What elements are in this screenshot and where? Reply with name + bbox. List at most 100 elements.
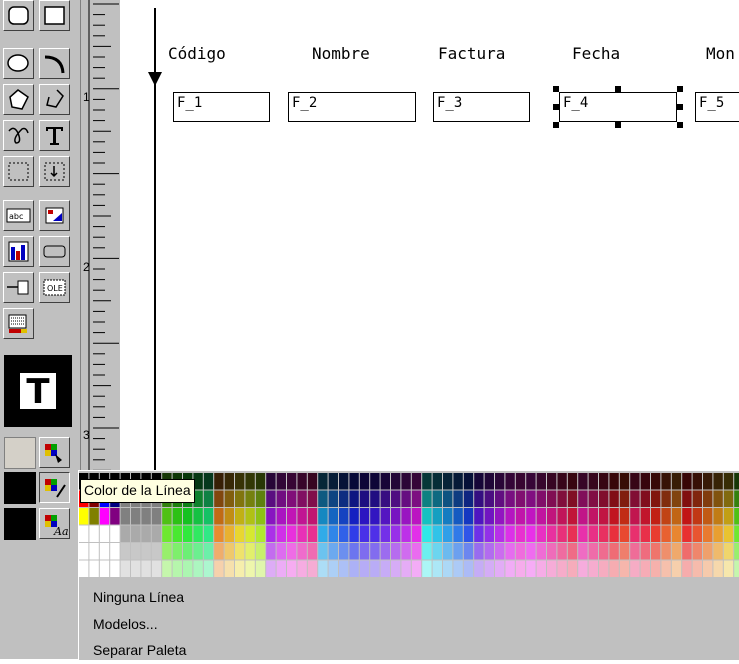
color-swatch [193,560,203,577]
color-swatch [619,525,630,542]
color-swatch [661,525,671,542]
color-swatch [318,490,328,507]
color-swatch [172,525,182,542]
color-swatch [131,560,141,577]
repeating-frame-tool-icon[interactable] [39,156,70,187]
color-swatch [505,508,515,525]
color-swatch [297,560,307,577]
color-swatch [349,490,359,507]
color-swatch [411,508,422,525]
arc-tool-icon[interactable] [39,48,70,79]
color-swatch [630,525,640,542]
header-codigo[interactable]: Código [168,44,226,63]
header-mon[interactable]: Mon [706,44,735,63]
color-swatch [432,560,442,577]
color-swatch [599,543,609,560]
color-swatch [349,525,359,542]
color-swatch [380,525,390,542]
color-swatch [224,473,234,490]
color-swatch [287,560,297,577]
field-f3[interactable]: F_3 [433,92,530,122]
text-format-button[interactable]: T [4,355,72,427]
ruler-label-1: 1 [83,90,90,104]
header-fecha[interactable]: Fecha [572,44,620,63]
menu-tear-off-palette[interactable]: Separar Paleta [93,642,186,658]
color-swatch [495,560,505,577]
color-swatch [713,508,723,525]
polygon-tool-icon[interactable] [3,84,34,115]
color-swatch [703,490,713,507]
fill-color-icon[interactable] [39,437,70,468]
color-swatch [453,490,463,507]
color-swatch [422,560,432,577]
color-swatch [515,473,526,490]
color-swatch [401,543,411,560]
button-tool-icon[interactable] [39,236,70,267]
menu-no-line[interactable]: Ninguna Línea [93,589,184,605]
field-tool-icon[interactable]: abc [3,200,34,231]
color-swatch [495,543,505,560]
color-swatch [609,543,619,560]
color-swatch [671,543,682,560]
field-f1[interactable]: F_1 [173,92,270,122]
color-swatch [307,543,318,560]
freehand-tool-icon[interactable] [3,120,34,151]
color-swatch [214,560,224,577]
color-swatch [599,490,609,507]
color-swatch [380,473,390,490]
color-swatch [151,508,162,525]
color-swatch [328,525,338,542]
header-nombre[interactable]: Nombre [312,44,370,63]
rectangle-tool-icon[interactable] [39,0,70,31]
color-swatch [193,508,203,525]
ole-label: OLE [47,284,63,293]
line-color-icon[interactable] [39,472,70,503]
color-swatch [661,560,671,577]
color-swatch [79,543,89,560]
color-swatch [401,490,411,507]
color-swatch [692,525,702,542]
rounded-rectangle-tool-icon[interactable] [3,0,34,31]
color-swatch [141,560,151,577]
text-color-icon[interactable]: Aa [39,508,70,539]
color-swatch [578,490,588,507]
color-swatch [432,473,442,490]
link-file-tool-icon[interactable] [3,308,34,339]
color-swatch [578,560,588,577]
fill-color-swatch[interactable] [4,437,36,469]
color-swatch [557,508,567,525]
color-swatch [599,508,609,525]
color-swatch [443,543,453,560]
image-tool-icon[interactable] [39,200,70,231]
chart-tool-icon[interactable] [3,236,34,267]
color-swatch [453,473,463,490]
text-tool-icon[interactable] [39,120,70,151]
ellipse-tool-icon[interactable] [3,48,34,79]
text-color-swatch[interactable] [4,508,36,540]
color-swatch [422,490,432,507]
color-swatch [411,560,422,577]
line-color-swatch[interactable] [4,472,36,504]
frame-tool-icon[interactable] [3,156,34,187]
color-swatch [505,543,515,560]
polyline-tool-icon[interactable] [39,84,70,115]
ole-tool-icon[interactable]: OLE [39,272,70,303]
header-factura[interactable]: Factura [438,44,505,63]
line-color-tooltip: Color de la Línea [80,479,195,503]
menu-patterns[interactable]: Modelos... [93,616,158,632]
field-f5[interactable]: F_5 [695,92,739,122]
anchor-tool-icon[interactable] [3,272,34,303]
color-swatch [255,560,266,577]
color-swatch [484,543,494,560]
color-swatch [609,473,619,490]
group-arrow-icon [148,72,162,86]
field-f2[interactable]: F_2 [288,92,416,122]
color-swatch [162,543,172,560]
color-swatch [307,473,318,490]
color-swatch [495,490,505,507]
color-swatch [183,508,193,525]
color-swatch [692,543,702,560]
color-swatch [359,525,370,542]
color-swatch [183,560,193,577]
color-swatch [235,525,245,542]
